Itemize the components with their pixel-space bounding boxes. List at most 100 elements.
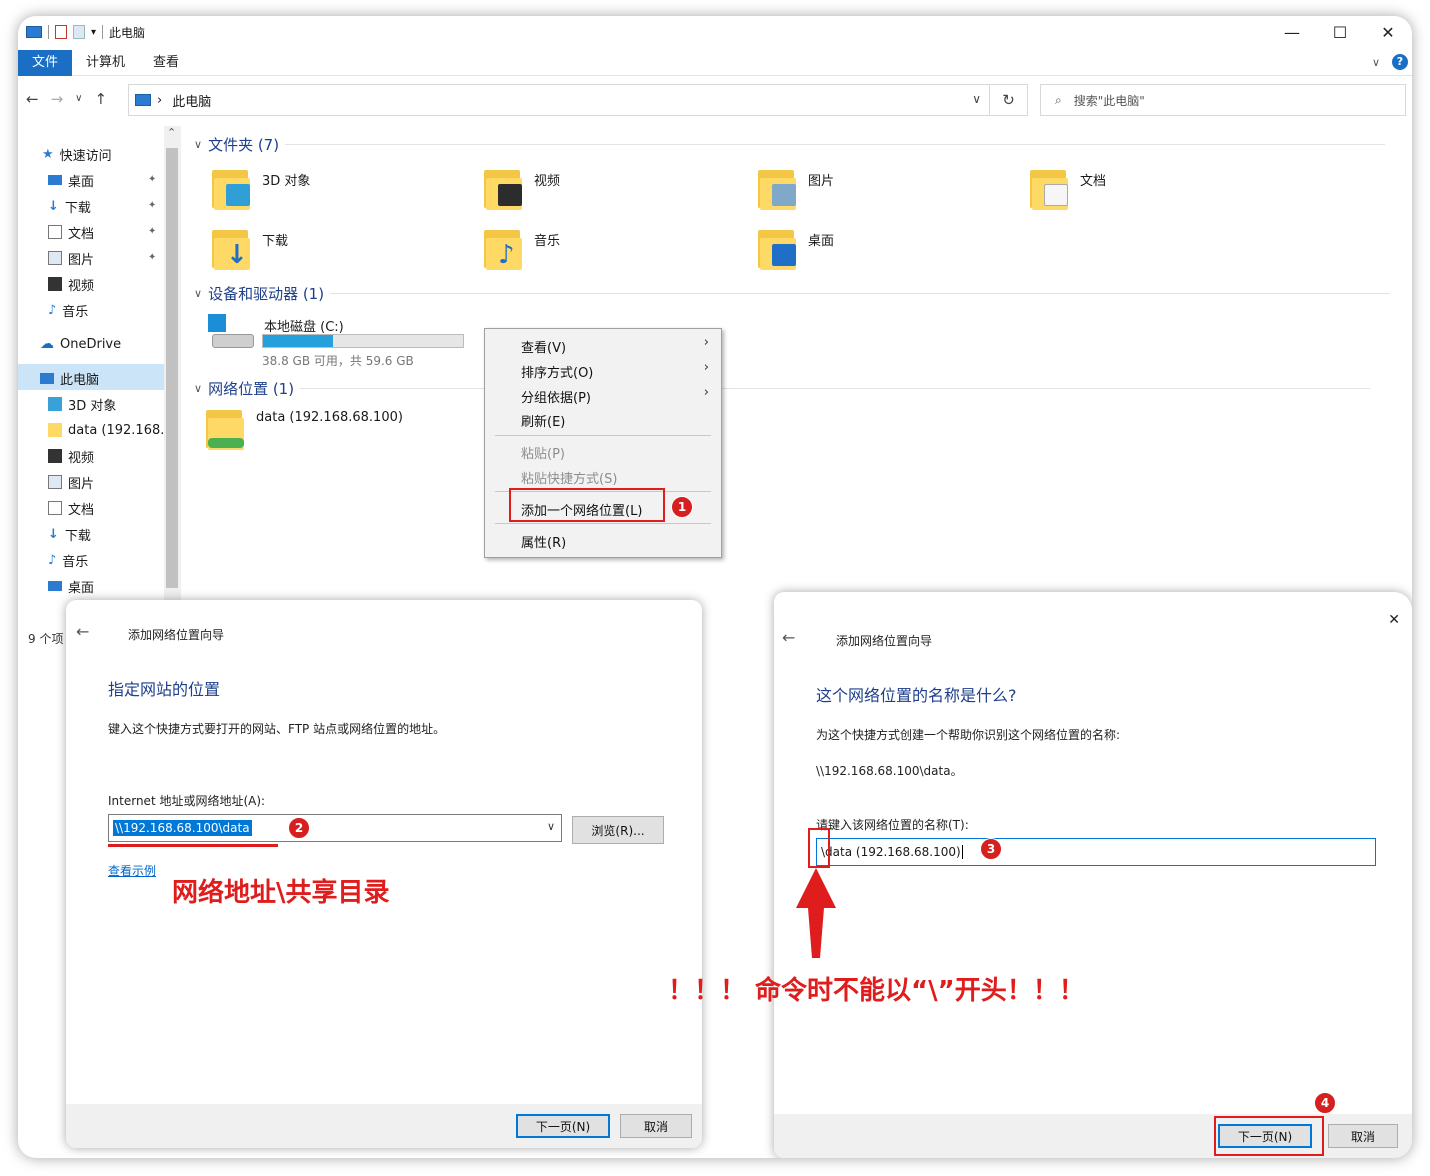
maximize-button[interactable]: ☐ xyxy=(1316,16,1364,48)
sidebar-item-label: 音乐 xyxy=(62,554,89,570)
sidebar-item-desktop[interactable]: 桌面 xyxy=(48,574,94,598)
minimize-button[interactable]: — xyxy=(1268,16,1316,48)
forward-button[interactable]: → xyxy=(51,90,64,108)
sidebar-item-onedrive[interactable]: ☁ OneDrive xyxy=(40,332,121,356)
back-arrow-icon[interactable]: ← xyxy=(76,622,89,641)
folder-documents[interactable]: 文档 xyxy=(1030,168,1106,210)
desktop-icon xyxy=(48,175,62,185)
sidebar-item-label: 下载 xyxy=(64,528,91,544)
sidebar-item-documents[interactable]: 文档 xyxy=(48,220,94,244)
cancel-button[interactable]: 取消 xyxy=(620,1114,692,1138)
search-box[interactable]: ⌕ 搜索"此电脑" xyxy=(1040,84,1406,116)
section-network-locations[interactable]: ∨ 网络位置 (1) xyxy=(194,378,1371,399)
chevron-right-icon: › xyxy=(703,385,709,400)
close-button[interactable]: ✕ xyxy=(1364,16,1412,48)
menu-item-refresh[interactable]: 刷新(E) xyxy=(521,411,565,430)
drive-free-space: 38.8 GB 可用，共 59.6 GB xyxy=(262,354,414,368)
recent-locations-button[interactable]: ∨ xyxy=(75,93,82,108)
scrollbar-thumb[interactable] xyxy=(166,148,178,588)
annotation-highlight-box xyxy=(1214,1116,1324,1156)
sidebar-item-this-pc[interactable]: 此电脑 xyxy=(40,366,99,390)
properties-icon[interactable] xyxy=(55,25,67,39)
chevron-down-icon[interactable]: ∨ xyxy=(547,820,555,833)
tab-file[interactable]: 文件 xyxy=(18,49,73,76)
sidebar-item-downloads[interactable]: ↓ 下载 xyxy=(48,522,91,546)
sidebar-item-pictures[interactable]: 图片 xyxy=(48,470,94,494)
sidebar-item-videos[interactable]: 视频 xyxy=(48,444,94,468)
section-folders[interactable]: ∨ 文件夹 (7) xyxy=(194,134,1386,155)
menu-item-paste-shortcut: 粘贴快捷方式(S) xyxy=(521,472,618,487)
folder-videos[interactable]: 视频 xyxy=(484,168,560,210)
sidebar-item-label: 桌面 xyxy=(68,580,95,596)
cancel-button[interactable]: 取消 xyxy=(1328,1124,1398,1148)
network-location-data[interactable]: data (192.168.68.100) xyxy=(206,408,403,450)
menu-item-properties[interactable]: 属性(R) xyxy=(521,532,566,551)
sidebar-item-label: 桌面 xyxy=(68,174,95,190)
sidebar-item-videos[interactable]: 视频 xyxy=(48,272,94,296)
section-title: 文件夹 (7) xyxy=(208,136,280,154)
location-name-input[interactable]: \ data (192.168.68.100) xyxy=(816,838,1376,866)
drive-usage-fill xyxy=(263,335,333,347)
sidebar-item-documents[interactable]: 文档 xyxy=(48,496,94,520)
new-folder-icon[interactable] xyxy=(73,25,85,39)
section-title: 网络位置 (1) xyxy=(208,380,295,398)
folder-icon xyxy=(758,228,798,270)
explorer-window: ▾ 此电脑 — ☐ ✕ 文件 计算机 查看 ∨ ? ← → ∨ ↑ › 此电脑 xyxy=(18,16,1412,1158)
pin-icon[interactable]: ✦ xyxy=(148,252,156,263)
pin-icon[interactable]: ✦ xyxy=(148,200,156,211)
sidebar-item-pictures[interactable]: 图片 xyxy=(48,246,94,270)
view-examples-link[interactable]: 查看示例 xyxy=(108,862,156,879)
folder-label: 音乐 xyxy=(534,234,561,249)
menu-item-view[interactable]: 查看(V) xyxy=(521,337,566,356)
sidebar-item-3d-objects[interactable]: 3D 对象 xyxy=(48,392,116,416)
sidebar-item-downloads[interactable]: ↓ 下载 xyxy=(48,194,91,218)
sidebar-item-music[interactable]: ♪ 音乐 xyxy=(48,548,88,572)
pin-icon[interactable]: ✦ xyxy=(148,174,156,185)
section-devices[interactable]: ∨ 设备和驱动器 (1) xyxy=(194,283,1391,304)
expand-ribbon-icon[interactable]: ∨ xyxy=(1372,56,1380,69)
chevron-down-icon[interactable]: ∨ xyxy=(194,138,202,151)
up-button[interactable]: ↑ xyxy=(94,90,107,108)
folder-icon xyxy=(758,168,798,210)
sidebar-scrollbar[interactable]: ⌃ xyxy=(164,126,181,616)
refresh-button[interactable]: ↻ xyxy=(990,84,1028,116)
window-controls: — ☐ ✕ xyxy=(1268,16,1412,48)
network-address-input[interactable]: \\192.168.68.100\data ∨ xyxy=(108,814,562,842)
chevron-down-icon[interactable]: ∨ xyxy=(194,287,202,300)
pin-icon[interactable]: ✦ xyxy=(148,226,156,237)
next-button[interactable]: 下一页(N) xyxy=(516,1114,610,1138)
folder-3d-objects[interactable]: 3D 对象 xyxy=(212,168,310,210)
folder-downloads[interactable]: ↓ 下载 xyxy=(212,228,288,270)
wizard-dialog-name: ✕ ← 添加网络位置向导 这个网络位置的名称是什么? 为这个快捷方式创建一个帮助… xyxy=(774,592,1412,1158)
breadcrumb-this-pc[interactable]: 此电脑 xyxy=(172,91,211,110)
step-badge-4: 4 xyxy=(1314,1092,1336,1114)
back-arrow-icon[interactable]: ← xyxy=(782,628,795,647)
sidebar-item-desktop[interactable]: 桌面 xyxy=(48,168,94,192)
computer-icon xyxy=(135,94,151,106)
window-title: 此电脑 xyxy=(109,25,146,40)
sidebar-item-quick-access[interactable]: ★ 快速访问 xyxy=(42,142,112,166)
chevron-down-icon[interactable]: ∨ xyxy=(194,382,202,395)
help-icon[interactable]: ? xyxy=(1392,54,1408,70)
browse-button[interactable]: 浏览(R)... xyxy=(572,816,664,844)
close-icon[interactable]: ✕ xyxy=(1388,612,1400,628)
name-field-label: 请键入该网络位置的名称(T): xyxy=(816,818,969,832)
address-bar[interactable]: › 此电脑 ∨ xyxy=(128,84,990,116)
tab-view[interactable]: 查看 xyxy=(139,50,193,76)
computer-icon xyxy=(26,26,42,38)
folder-pictures[interactable]: 图片 xyxy=(758,168,834,210)
sidebar-item-network-data[interactable]: data (192.168.6 xyxy=(48,418,164,442)
scroll-up-icon[interactable]: ⌃ xyxy=(167,126,176,139)
chevron-right-icon: › xyxy=(703,335,709,350)
folder-icon: ♪ xyxy=(484,228,524,270)
customize-toolbar-icon[interactable]: ▾ xyxy=(91,27,96,38)
address-dropdown-icon[interactable]: ∨ xyxy=(972,92,981,106)
section-divider xyxy=(330,293,1391,294)
folder-music[interactable]: ♪ 音乐 xyxy=(484,228,560,270)
tab-computer[interactable]: 计算机 xyxy=(72,50,139,76)
sidebar-item-music[interactable]: ♪ 音乐 xyxy=(48,298,88,322)
back-button[interactable]: ← xyxy=(26,90,39,108)
menu-item-sort-by[interactable]: 排序方式(O) xyxy=(521,362,593,381)
menu-item-group-by[interactable]: 分组依据(P) xyxy=(521,387,591,406)
folder-desktop[interactable]: 桌面 xyxy=(758,228,834,270)
